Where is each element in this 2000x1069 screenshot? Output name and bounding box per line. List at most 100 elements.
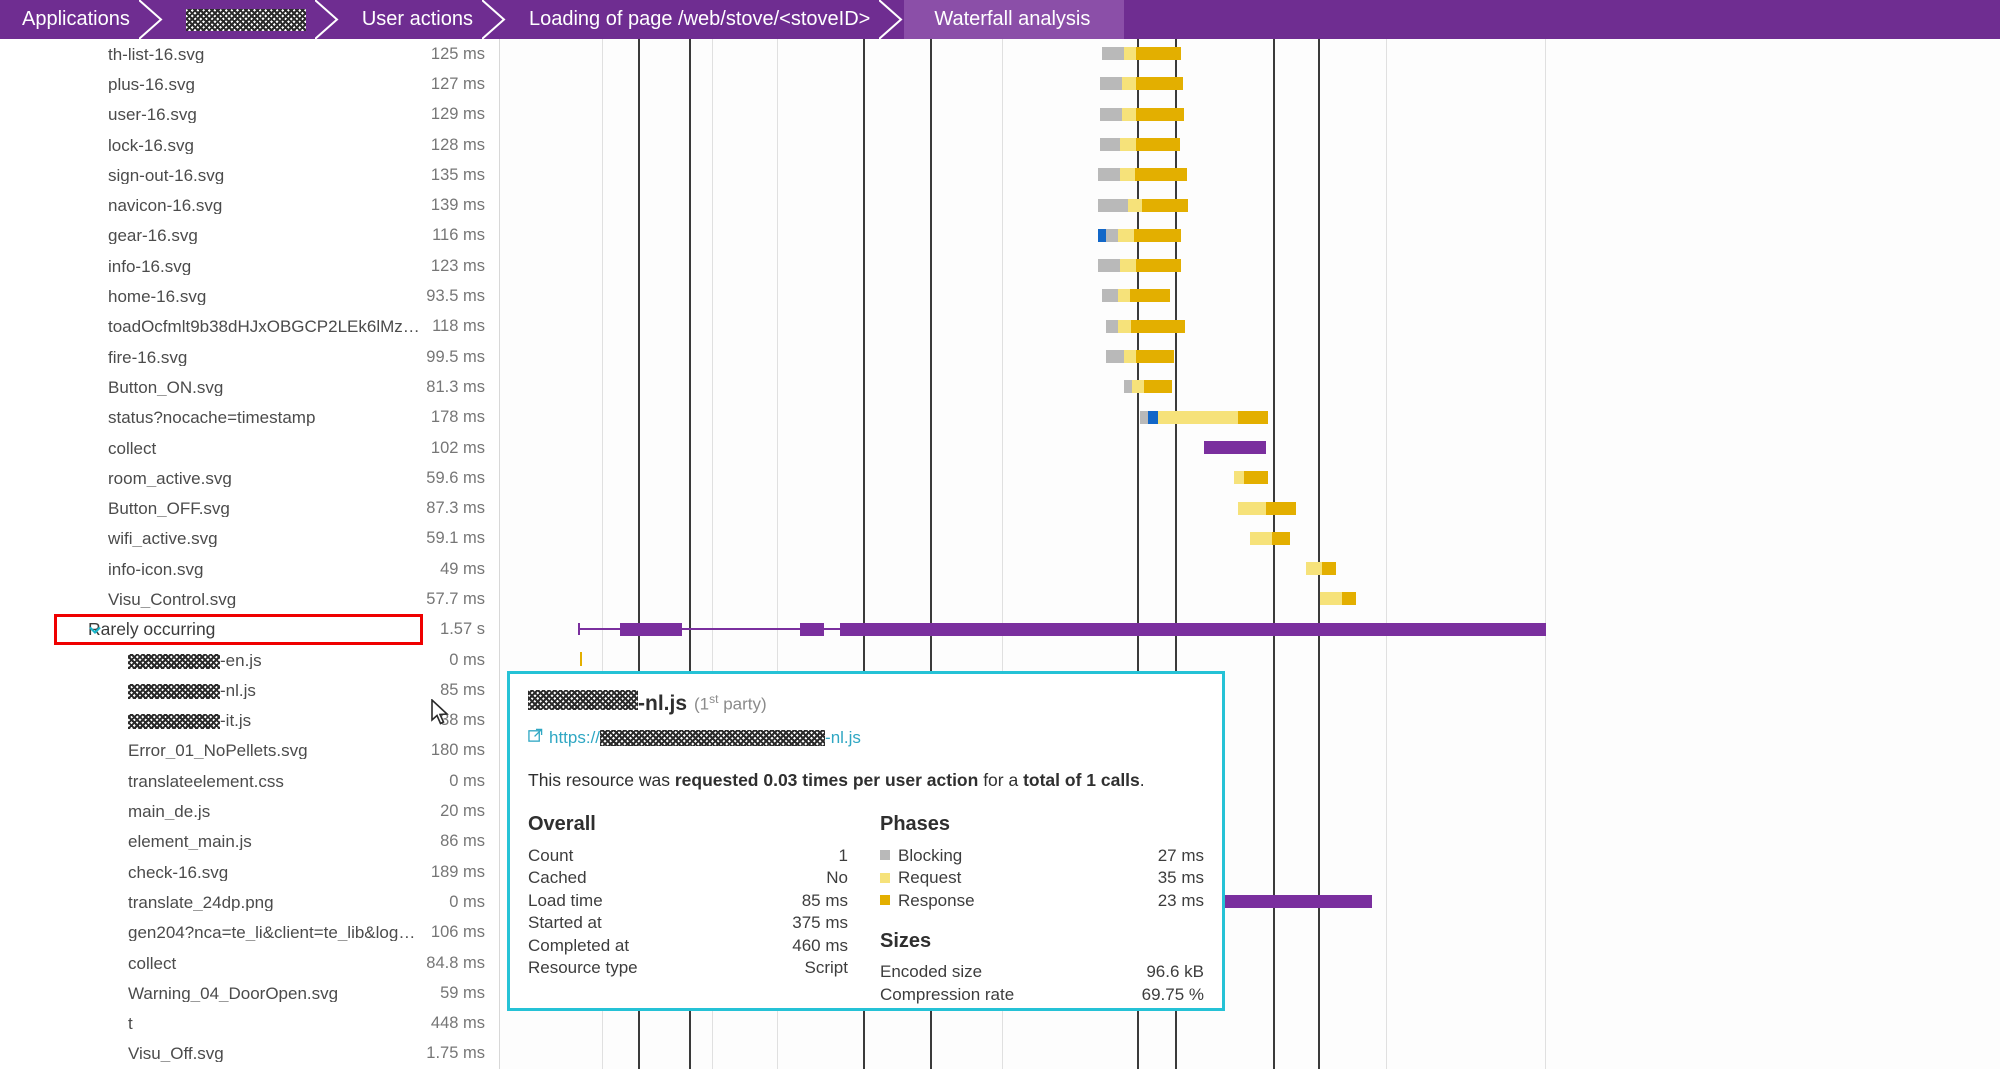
breadcrumb-item-loading-of-page[interactable]: Loading of page /web/stove/<stoveID> bbox=[507, 0, 904, 39]
waterfall-bar-segment[interactable] bbox=[1118, 320, 1131, 333]
resource-row[interactable]: fire-16.svg99.5 ms bbox=[0, 342, 499, 372]
waterfall-bar-segment[interactable] bbox=[1136, 259, 1181, 272]
waterfall-bar-segment[interactable] bbox=[1306, 562, 1322, 575]
waterfall-bar-segment[interactable] bbox=[1124, 350, 1136, 363]
resource-row[interactable]: user-16.svg129 ms bbox=[0, 100, 499, 130]
waterfall-bar-segment[interactable] bbox=[1144, 380, 1172, 393]
resource-row[interactable]: home-16.svg93.5 ms bbox=[0, 281, 499, 311]
resource-row[interactable]: Visu_Control.svg57.7 ms bbox=[0, 584, 499, 614]
waterfall-bar-segment[interactable] bbox=[1106, 320, 1118, 333]
resource-row[interactable]: Button_ON.svg81.3 ms bbox=[0, 372, 499, 402]
resource-row[interactable]: translateelement.css0 ms bbox=[0, 766, 499, 796]
waterfall-bar-segment[interactable] bbox=[1234, 471, 1244, 484]
waterfall-bar-segment[interactable] bbox=[1100, 108, 1122, 121]
waterfall-bar-segment[interactable] bbox=[1120, 168, 1135, 181]
resource-row[interactable]: t448 ms bbox=[0, 1009, 499, 1039]
resource-row[interactable]: navicon-16.svg139 ms bbox=[0, 190, 499, 220]
waterfall-bar-segment[interactable] bbox=[1098, 168, 1120, 181]
resource-row[interactable]: info-icon.svg49 ms bbox=[0, 554, 499, 584]
resource-row[interactable]: element_main.js86 ms bbox=[0, 827, 499, 857]
resource-row[interactable]: lock-16.svg128 ms bbox=[0, 130, 499, 160]
resource-row[interactable]: gear-16.svg116 ms bbox=[0, 221, 499, 251]
waterfall-bar-segment[interactable] bbox=[1204, 441, 1266, 454]
waterfall-bar-segment[interactable] bbox=[1142, 199, 1188, 212]
resource-row[interactable]: collect84.8 ms bbox=[0, 948, 499, 978]
waterfall-bar-segment[interactable] bbox=[1118, 289, 1130, 302]
resource-row[interactable]: th-list-16.svg125 ms bbox=[0, 39, 499, 69]
waterfall-group-bar-segment[interactable] bbox=[840, 623, 1546, 636]
waterfall-bar-segment[interactable] bbox=[1158, 411, 1238, 424]
waterfall-bar-segment[interactable] bbox=[1098, 199, 1128, 212]
resource-row[interactable]: Button_OFF.svg87.3 ms bbox=[0, 493, 499, 523]
waterfall-bar-segment[interactable] bbox=[1136, 138, 1180, 151]
waterfall-bar-segment[interactable] bbox=[1136, 47, 1181, 60]
resource-row[interactable]: main_de.js20 ms bbox=[0, 796, 499, 826]
waterfall-bar-segment[interactable] bbox=[1130, 289, 1170, 302]
waterfall-bar-segment[interactable] bbox=[1098, 259, 1120, 272]
breadcrumb-item-applications[interactable]: Applications bbox=[0, 0, 164, 39]
resource-row[interactable]: sign-out-16.svg135 ms bbox=[0, 160, 499, 190]
size-value: 69.75 % bbox=[1142, 985, 1204, 1005]
waterfall-bar-segment[interactable] bbox=[1238, 411, 1268, 424]
resource-row[interactable]: translate_24dp.png0 ms bbox=[0, 887, 499, 917]
waterfall-bar-segment[interactable] bbox=[1122, 108, 1136, 121]
breadcrumb-item-waterfall-analysis[interactable]: Waterfall analysis bbox=[904, 0, 1124, 39]
waterfall-bar-segment[interactable] bbox=[1122, 77, 1136, 90]
waterfall-bar-segment[interactable] bbox=[1100, 77, 1122, 90]
resource-row[interactable]: Error_01_NoPellets.svg180 ms bbox=[0, 736, 499, 766]
chevron-down-icon[interactable] bbox=[86, 621, 104, 639]
waterfall-bar-segment[interactable] bbox=[1102, 289, 1118, 302]
waterfall-bar-segment[interactable] bbox=[1136, 108, 1184, 121]
waterfall-bar-segment[interactable] bbox=[1136, 77, 1183, 90]
waterfall-bar-segment[interactable] bbox=[1120, 259, 1136, 272]
waterfall-bar-segment[interactable] bbox=[1128, 199, 1142, 212]
waterfall-bar-segment[interactable] bbox=[1132, 380, 1144, 393]
waterfall-bar-segment[interactable] bbox=[1106, 350, 1124, 363]
resource-name: -en.js bbox=[128, 652, 437, 669]
waterfall-bar-segment[interactable] bbox=[1136, 350, 1174, 363]
resource-row[interactable]: room_active.svg59.6 ms bbox=[0, 463, 499, 493]
resource-row[interactable]: check-16.svg189 ms bbox=[0, 857, 499, 887]
resource-row[interactable]: wifi_active.svg59.1 ms bbox=[0, 524, 499, 554]
waterfall-bar-segment[interactable] bbox=[1266, 502, 1296, 515]
waterfall-group-bar-segment[interactable] bbox=[800, 623, 824, 636]
resource-row[interactable]: info-16.svg123 ms bbox=[0, 251, 499, 281]
resource-row[interactable]: -en.js0 ms bbox=[0, 645, 499, 675]
resource-row[interactable]: gen204?nca=te_li&client=te_lib&logld…106… bbox=[0, 918, 499, 948]
waterfall-bar-segment[interactable] bbox=[1106, 229, 1118, 242]
resource-group-row[interactable]: Rarely occurring1.57 s bbox=[0, 615, 499, 645]
breadcrumb-item-user-actions[interactable]: User actions bbox=[340, 0, 507, 39]
waterfall-bar-segment[interactable] bbox=[1322, 562, 1336, 575]
resource-row[interactable]: collect102 ms bbox=[0, 433, 499, 463]
waterfall-bar-segment[interactable] bbox=[1135, 168, 1187, 181]
resource-row[interactable]: toadOcfmlt9b38dHJxOBGCP2LEk6lMzYs…118 ms bbox=[0, 312, 499, 342]
waterfall-bar-segment[interactable] bbox=[1124, 47, 1136, 60]
waterfall-bar-segment[interactable] bbox=[1238, 502, 1266, 515]
waterfall-bar-segment[interactable] bbox=[1250, 532, 1272, 545]
waterfall-bar-segment[interactable] bbox=[1140, 411, 1148, 424]
resource-row[interactable]: status?nocache=timestamp178 ms bbox=[0, 403, 499, 433]
waterfall-bar-segment[interactable] bbox=[1148, 411, 1158, 424]
waterfall-bar-segment[interactable] bbox=[1102, 47, 1124, 60]
waterfall-bar-segment[interactable] bbox=[1118, 229, 1134, 242]
resource-row[interactable]: -it.js38 ms bbox=[0, 706, 499, 736]
waterfall-bar-segment[interactable] bbox=[1131, 320, 1185, 333]
phases-heading: Phases bbox=[880, 813, 1204, 836]
breadcrumb-item-application-name[interactable] bbox=[164, 0, 340, 39]
waterfall-bar-segment[interactable] bbox=[1124, 380, 1132, 393]
resource-row[interactable]: plus-16.svg127 ms bbox=[0, 69, 499, 99]
waterfall-bar-segment[interactable] bbox=[1100, 138, 1120, 151]
resource-row[interactable]: Warning_04_DoorOpen.svg59 ms bbox=[0, 978, 499, 1008]
waterfall-bar-segment[interactable] bbox=[1342, 592, 1356, 605]
waterfall-bar-segment[interactable] bbox=[1320, 592, 1342, 605]
resource-list[interactable]: th-list-16.svg125 msplus-16.svg127 msuse… bbox=[0, 39, 500, 1069]
resource-row[interactable]: Visu_Off.svg1.75 ms bbox=[0, 1039, 499, 1069]
waterfall-group-bar-segment[interactable] bbox=[620, 623, 682, 636]
waterfall-bar-segment[interactable] bbox=[1120, 138, 1136, 151]
waterfall-bar-segment[interactable] bbox=[1098, 229, 1106, 242]
tooltip-resource-url[interactable]: https://-nl.js bbox=[528, 728, 1204, 748]
resource-row[interactable]: -nl.js85 ms bbox=[0, 675, 499, 705]
waterfall-bar-segment[interactable] bbox=[1134, 229, 1181, 242]
waterfall-bar-segment[interactable] bbox=[1272, 532, 1290, 545]
waterfall-bar-segment[interactable] bbox=[1244, 471, 1268, 484]
